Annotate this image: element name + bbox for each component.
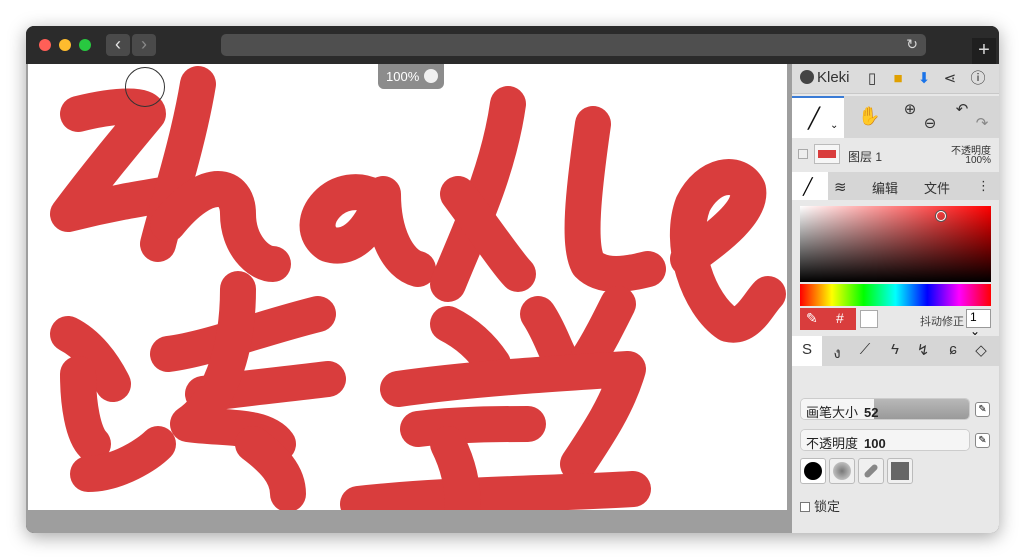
- undo-icon[interactable]: ↶: [952, 100, 972, 120]
- square-shape-button[interactable]: [887, 458, 913, 484]
- pen-brush-button[interactable]: S: [792, 336, 822, 366]
- brush-cursor: [125, 67, 165, 107]
- eraser-icon[interactable]: ◇: [970, 341, 992, 361]
- tab-brush[interactable]: ╱: [792, 172, 828, 200]
- zoom-indicator[interactable]: 100%: [378, 64, 444, 89]
- eyedropper-icon[interactable]: ✎: [806, 310, 818, 327]
- color-picker-handle[interactable]: [936, 211, 946, 221]
- chevron-down-icon[interactable]: ⌄: [830, 120, 838, 131]
- hex-input-button[interactable]: #: [836, 310, 844, 326]
- opacity-label: 不透明度: [806, 436, 859, 451]
- minimize-window-button[interactable]: [59, 39, 71, 51]
- share-icon[interactable]: ⋖: [940, 69, 960, 89]
- lock-label: 锁定: [814, 499, 841, 514]
- address-bar[interactable]: ↻: [221, 34, 926, 56]
- reload-icon[interactable]: ↻: [906, 36, 918, 53]
- pencil-shape-icon: [863, 463, 879, 479]
- browser-window: ‹ › ↻ + 100% Kleki ▯ ■ ⬇ ⋖ ⓘ ╱ ⌄ ✋ ⊕ ⊖ ↶…: [26, 26, 999, 533]
- rotation-compass-icon[interactable]: [424, 69, 438, 83]
- kleki-logo[interactable]: Kleki: [800, 69, 850, 86]
- lock-alpha-row[interactable]: 锁定: [800, 496, 840, 515]
- blend-brush-icon[interactable]: ง: [826, 341, 848, 362]
- brush-size-label: 画笔大小: [806, 405, 859, 420]
- opacity-value: 100: [864, 436, 886, 451]
- round-shape-icon: [804, 462, 822, 480]
- drawing-strokes: [50, 66, 786, 510]
- sketchy-brush-icon[interactable]: ⟋: [854, 341, 876, 361]
- brush-tab-icon: ╱: [803, 179, 813, 196]
- canvas-area: 100%: [26, 64, 792, 533]
- brush-size-slider[interactable]: 画笔大小 52: [800, 398, 970, 420]
- chemy-brush-icon[interactable]: ↯: [912, 341, 934, 361]
- tab-edit[interactable]: 编辑: [872, 178, 898, 197]
- brush-size-value: 52: [864, 405, 879, 420]
- panel-tabs: ╱ ≋ 编辑 文件 ⋮: [792, 172, 999, 200]
- jitter-select[interactable]: 1 ⌄: [966, 309, 991, 338]
- layers-tab-icon[interactable]: ≋: [834, 178, 847, 196]
- help-icon[interactable]: ⓘ: [968, 69, 988, 89]
- pixel-brush-icon[interactable]: ϟ: [884, 341, 906, 361]
- hand-tool-icon[interactable]: ✋: [858, 106, 880, 126]
- layer-visibility-checkbox[interactable]: [798, 149, 808, 159]
- soft-shape-button[interactable]: [829, 458, 855, 484]
- forward-button[interactable]: ›: [132, 34, 156, 56]
- pencil-shape-button[interactable]: [858, 458, 884, 484]
- drawing-canvas[interactable]: 100%: [28, 64, 787, 510]
- tab-file[interactable]: 文件: [924, 178, 950, 197]
- layer-thumbnail: [814, 144, 840, 164]
- tool-panel: Kleki ▯ ■ ⬇ ⋖ ⓘ ╱ ⌄ ✋ ⊕ ⊖ ↶ ↷ 图层 1 不透明度: [792, 64, 999, 533]
- zoom-out-icon[interactable]: ⊖: [920, 114, 940, 134]
- kleki-logo-icon: [800, 70, 814, 84]
- brush-shapes: [800, 458, 991, 488]
- logo-text: Kleki: [817, 69, 850, 86]
- brush-types-row: S ง ⟋ ϟ ↯ ɕ ◇: [792, 336, 999, 366]
- zoom-in-icon[interactable]: ⊕: [900, 100, 920, 120]
- brush-tool-button[interactable]: ╱ ⌄: [792, 96, 844, 138]
- secondary-color-swatch[interactable]: [860, 310, 878, 328]
- tool-row: ╱ ⌄ ✋ ⊕ ⊖ ↶ ↷: [792, 96, 999, 138]
- hue-slider[interactable]: [800, 284, 991, 306]
- panel-topbar: Kleki ▯ ■ ⬇ ⋖ ⓘ: [792, 64, 999, 94]
- color-saturation-picker[interactable]: [800, 206, 991, 282]
- brush-size-track: [874, 399, 969, 419]
- layer-name: 图层 1: [848, 150, 883, 164]
- new-image-icon[interactable]: ▯: [862, 69, 882, 89]
- title-bar: ‹ › ↻ +: [26, 26, 999, 64]
- primary-color-swatch[interactable]: ✎ #: [800, 308, 856, 330]
- brush-size-pressure-toggle[interactable]: ✎: [975, 402, 990, 417]
- soft-shape-icon: [833, 462, 851, 480]
- jitter-label: 抖动修正: [920, 316, 964, 328]
- round-shape-button[interactable]: [800, 458, 826, 484]
- brush-size-text: 画笔大小 52: [806, 402, 879, 420]
- save-icon[interactable]: ■: [888, 69, 908, 89]
- zoom-value: 100%: [386, 69, 420, 84]
- layer-thumbnail-ink: [818, 150, 836, 158]
- color-row: ✎ # 抖动修正 1 ⌄: [800, 308, 991, 338]
- opacity-text: 不透明度 100: [806, 433, 886, 451]
- redo-icon[interactable]: ↷: [972, 114, 992, 134]
- opacity-pressure-toggle[interactable]: ✎: [975, 433, 990, 448]
- download-icon[interactable]: ⬇: [914, 69, 934, 89]
- layer-row[interactable]: 图层 1 不透明度 100%: [792, 140, 999, 170]
- layer-opacity-value: 100%: [965, 155, 991, 166]
- lock-checkbox[interactable]: [800, 502, 810, 512]
- square-shape-icon: [891, 462, 909, 480]
- new-tab-button[interactable]: +: [972, 38, 996, 64]
- zoom-window-button[interactable]: [79, 39, 91, 51]
- opacity-slider[interactable]: 不透明度 100: [800, 429, 970, 451]
- more-tabs-icon[interactable]: ⋮: [977, 178, 990, 194]
- brush-icon: ╱: [808, 108, 821, 130]
- smudge-brush-icon[interactable]: ɕ: [942, 341, 964, 361]
- back-button[interactable]: ‹: [106, 34, 130, 56]
- close-window-button[interactable]: [39, 39, 51, 51]
- jitter-value: 1: [970, 310, 977, 324]
- pen-brush-icon: S: [801, 341, 812, 358]
